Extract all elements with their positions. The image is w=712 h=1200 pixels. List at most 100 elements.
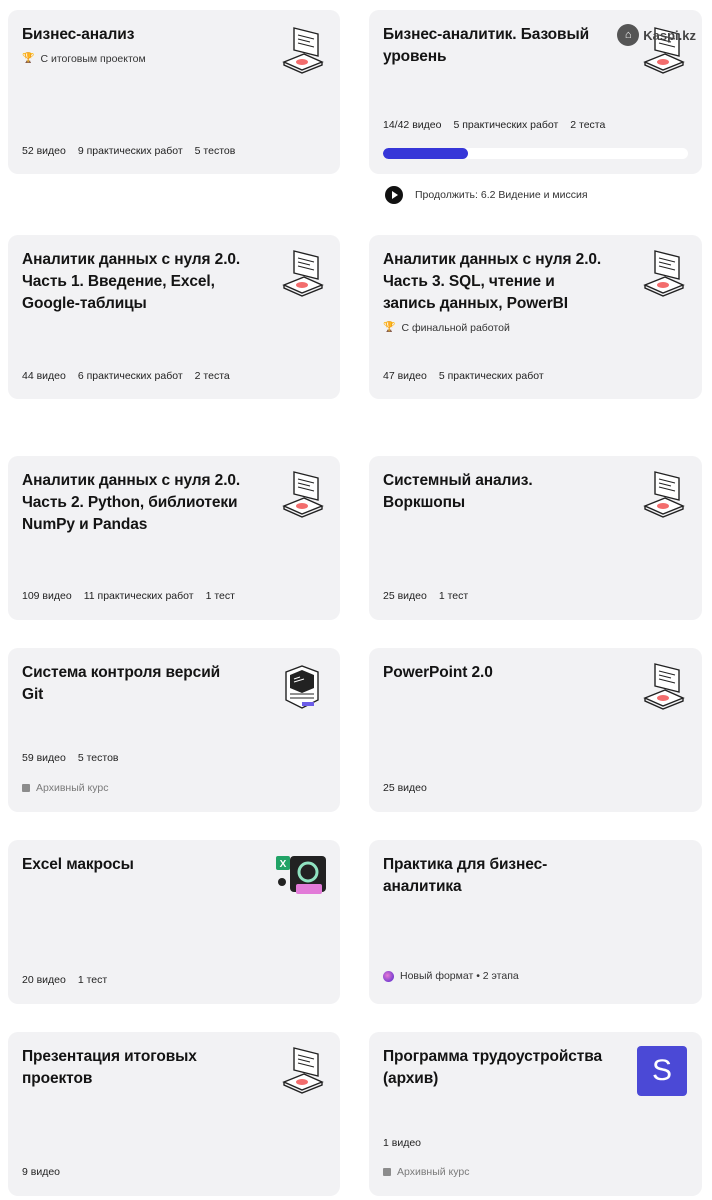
archive-badge: Архивный курс [383,1166,469,1178]
course-card-business-analyst-practice[interactable]: Практика для бизнес- аналитика Новый фор… [369,840,702,1004]
course-stats: 59 видео 5 тестов [22,752,119,764]
course-illustration-icon [643,471,685,518]
title-line: NumPy и Pandas [22,516,148,533]
course-illustration-icon [282,471,324,518]
svg-text:X: X [280,859,287,870]
final-work-badge: 🏆 С финальной работой [383,322,510,334]
new-format-icon [383,970,394,982]
course-card-data-analyst-part2[interactable]: Аналитик данных с нуля 2.0. Часть 2. Pyt… [8,456,340,620]
title-line: Часть 2. Python, библиотеки [22,494,238,511]
course-title: Бизнес-аналитик. Базовый уровень [383,24,589,68]
video-count: 47 видео [383,370,427,382]
new-format-badge: Новый формат • 2 этапа [383,970,519,982]
course-card-data-analyst-part1[interactable]: Аналитик данных с нуля 2.0. Часть 1. Вве… [8,235,340,399]
practice-count: 11 практических работ [83,590,194,602]
course-card-excel-macros[interactable]: Excel макросы X 20 видео 1 тест [8,840,340,1004]
video-count: 14/42 видео [383,119,442,131]
practice-count: 9 практических работ [77,145,183,157]
course-card-git[interactable]: Система контроля версий Git 59 видео 5 т… [8,648,340,812]
video-count: 25 видео [383,782,427,794]
play-icon [385,186,403,204]
course-stats: 1 видео [383,1137,421,1149]
course-illustration-icon [282,1047,324,1094]
course-title: Система контроля версий Git [22,662,220,706]
title-line: Система контроля версий [22,664,221,681]
course-stats: 25 видео [383,782,427,794]
course-title: Аналитик данных с нуля 2.0. Часть 3. SQL… [383,249,601,315]
course-stats: 44 видео 6 практических работ 2 теста [22,370,230,382]
course-stats: 109 видео 11 практических работ 1 тест [22,590,235,602]
video-count: 9 видео [22,1166,61,1178]
badge-label: С итоговым проектом [40,53,146,65]
title-line: Аналитик данных с нуля 2.0. [22,251,241,268]
progress-fill [383,148,469,159]
course-card-data-analyst-part3[interactable]: Аналитик данных с нуля 2.0. Часть 3. SQL… [369,235,702,399]
title-line: Excel макросы [22,856,134,873]
archive-label: Архивный курс [397,1166,470,1178]
archive-label: Архивный курс [36,782,109,794]
title-line: Аналитик данных с нуля 2.0. [22,472,241,489]
title-line: запись данных, PowerBI [383,295,568,312]
title-line: уровень [383,48,447,65]
test-count: 2 теста [194,370,230,382]
trophy-icon: 🏆 [383,322,396,333]
test-count: 1 тест [205,590,235,602]
title-line: аналитика [383,878,462,895]
course-title: Программа трудоустройства (архив) [383,1046,602,1090]
test-count: 1 тест [438,590,469,602]
title-line: Часть 3. SQL, чтение и [383,273,555,290]
course-card-final-projects-presentation[interactable]: Презентация итоговых проектов 9 видео [8,1032,340,1196]
video-count: 52 видео [22,145,66,157]
video-count: 59 видео [22,752,66,764]
video-count: 109 видео [22,590,72,602]
watermark-label: Kaspi.kz [643,27,696,43]
final-project-badge: 🏆 С итоговым проектом [22,53,146,65]
course-stats: 52 видео 9 практических работ 5 тестов [22,145,235,157]
title-line: Бизнес-аналитик. Базовый [383,26,590,43]
course-stats: 20 видео 1 тест [22,974,107,986]
test-count: 5 тестов [77,752,119,764]
title-line: Google-таблицы [22,295,147,312]
practice-count: 6 практических работ [77,370,183,382]
title-line: Часть 1. Введение, Excel, [22,273,215,290]
title-line: Практика для бизнес- [383,856,548,873]
format-label: Новый формат • 2 этапа [400,970,519,982]
badge-label: С финальной работой [401,322,510,334]
progress-bar [383,148,688,159]
title-line: Системный анализ. [383,472,533,489]
course-title: Презентация итоговых проектов [22,1046,197,1090]
excel-icon: X [276,856,326,894]
kaspi-logo-icon: ⌂ [617,24,640,46]
course-stats: 47 видео 5 практических работ [383,370,544,382]
archive-icon [383,1168,391,1176]
program-logo-letter: S [651,1054,672,1087]
archive-icon [22,784,30,792]
course-title: Бизнес-анализ [22,24,134,46]
course-title: Excel макросы [22,854,134,876]
practice-count: 5 практических работ [438,370,544,382]
title-line: (архив) [383,1070,439,1087]
video-count: 25 видео [383,590,427,602]
video-count: 20 видео [22,974,66,986]
title-line: Презентация итоговых [22,1048,197,1065]
course-card-system-analysis[interactable]: Системный анализ. Воркшопы 25 видео 1 те… [369,456,702,620]
program-logo-icon: S [637,1046,687,1096]
kaspi-watermark: ⌂ Kaspi.kz [617,24,696,46]
video-count: 1 видео [383,1137,422,1149]
course-title: PowerPoint 2.0 [383,662,493,684]
course-illustration-icon [282,250,324,297]
course-title: Аналитик данных с нуля 2.0. Часть 2. Pyt… [22,470,240,536]
course-card-employment-program[interactable]: Программа трудоустройства (архив) S 1 ви… [369,1032,702,1196]
trophy-icon: 🏆 [22,53,35,64]
course-title: Системный анализ. Воркшопы [383,470,533,514]
test-count: 5 тестов [194,145,236,157]
continue-button[interactable]: Продолжить: 6.2 Видение и миссия [385,186,588,204]
course-illustration-icon [282,27,324,74]
course-card-powerpoint[interactable]: PowerPoint 2.0 25 видео [369,648,702,812]
course-title: Аналитик данных с нуля 2.0. Часть 1. Вве… [22,249,240,315]
course-illustration-icon [643,250,685,297]
course-stats: 14/42 видео 5 практических работ 2 теста [383,119,605,131]
course-stats: 25 видео 1 тест [383,590,468,602]
course-card-business-analysis[interactable]: Бизнес-анализ 🏆 С итоговым проектом 52 в… [8,10,340,174]
title-line: PowerPoint 2.0 [383,664,493,681]
